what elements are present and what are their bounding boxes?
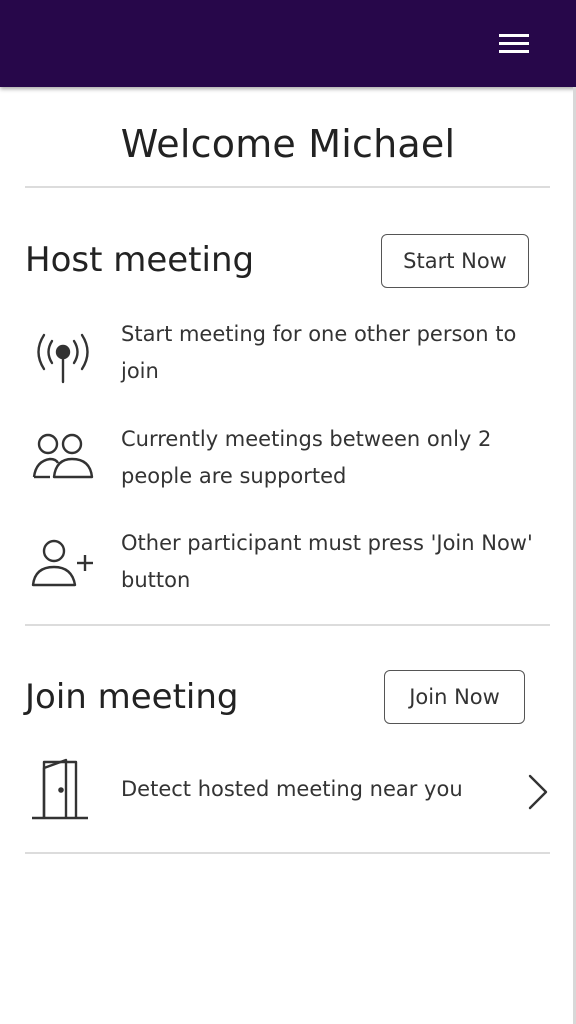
host-info-text: Other participant must press 'Join Now' … — [121, 531, 533, 592]
host-info-item: Start meeting for one other person to jo… — [25, 314, 555, 390]
detect-meeting-item[interactable]: Detect hosted meeting near you — [25, 752, 555, 828]
detect-meeting-text: Detect hosted meeting near you — [121, 777, 463, 801]
start-now-button[interactable]: Start Now — [381, 234, 529, 288]
door-icon — [30, 758, 90, 826]
chevron-right-icon[interactable] — [527, 774, 549, 814]
divider — [25, 186, 550, 188]
hamburger-menu-icon[interactable] — [499, 34, 529, 56]
page-title: Welcome Michael — [120, 122, 456, 166]
add-person-icon — [30, 539, 96, 593]
host-info-text: Start meeting for one other person to jo… — [121, 322, 517, 383]
host-info-item: Currently meetings between only 2 people… — [25, 419, 555, 495]
people-icon — [30, 433, 96, 487]
host-meeting-heading: Host meeting — [25, 240, 255, 280]
host-info-item: Other participant must press 'Join Now' … — [25, 523, 555, 599]
join-now-button[interactable]: Join Now — [384, 670, 525, 724]
broadcast-icon — [30, 330, 96, 390]
host-info-text: Currently meetings between only 2 people… — [121, 427, 492, 488]
divider — [25, 624, 550, 626]
app-bar — [0, 0, 576, 87]
divider — [25, 852, 550, 854]
join-meeting-heading: Join meeting — [25, 677, 239, 717]
